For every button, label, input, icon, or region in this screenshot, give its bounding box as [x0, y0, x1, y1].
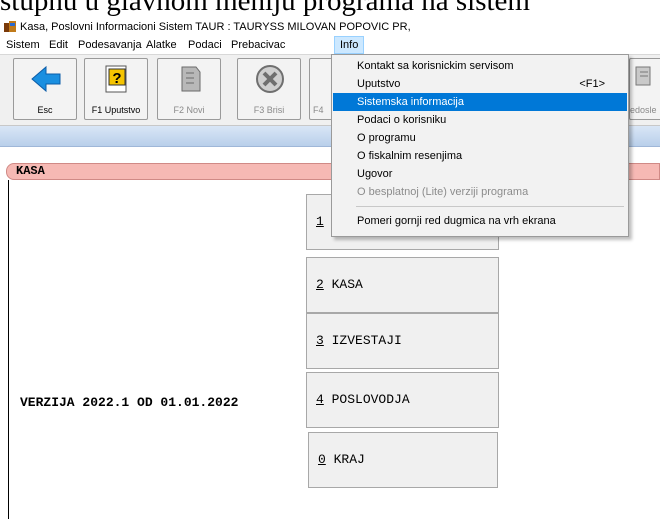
f3-button-label: F3 Brisi: [253, 105, 285, 115]
menu-podaci[interactable]: Podaci: [183, 36, 227, 54]
esc-button-label: Esc: [37, 105, 53, 115]
info-menu-item-ugovor[interactable]: Ugovor: [333, 165, 627, 183]
menu-button-3-label: IZVESTAJI: [323, 333, 402, 348]
info-menu-item-label: Pomeri gornji red dugmica na vrh ekrana: [357, 215, 556, 227]
menu-info[interactable]: Info: [334, 36, 365, 54]
menu-button-3-key: 3: [316, 333, 324, 348]
back-arrow-icon: [31, 65, 61, 93]
sort-button-label: edosle: [630, 105, 657, 115]
menu-prebacivac[interactable]: Prebacivac: [226, 36, 290, 54]
info-menu-item-label: O besplatnoj (Lite) verziji programa: [357, 186, 529, 198]
menu-button-0-label: KRAJ: [325, 452, 365, 467]
menu-button-0-key: 0: [318, 452, 326, 467]
menu-button-kasa[interactable]: 2 KASA: [306, 257, 499, 313]
info-menu-item-uputstvo[interactable]: Uputstvo <F1>: [333, 75, 627, 93]
menu-sistem[interactable]: Sistem: [1, 36, 45, 54]
left-border-line: [8, 180, 9, 519]
info-menu-item-o-fiskalnim-resenjima[interactable]: O fiskalnim resenjima: [333, 147, 627, 165]
new-document-icon: [181, 66, 201, 92]
info-menu-item-label: O programu: [357, 132, 416, 144]
delete-x-icon: [256, 65, 284, 93]
menu-button-2-key: 2: [316, 277, 324, 292]
menu-button-4-key: 4: [316, 392, 324, 407]
info-menu-item-kontakt[interactable]: Kontakt sa korisnickim servisom: [333, 57, 627, 75]
menu-button-izvestaji[interactable]: 3 IZVESTAJI: [306, 313, 499, 369]
info-menu-item-label: Podaci o korisniku: [357, 114, 447, 126]
section-title: KASA: [16, 164, 45, 178]
menu-alatke[interactable]: Alatke: [141, 36, 182, 54]
f3-delete-button[interactable]: F3 Brisi: [237, 58, 301, 120]
f2-button-label: F2 Novi: [173, 105, 205, 115]
info-menu-item-pomeri-dugmice[interactable]: Pomeri gornji red dugmica na vrh ekrana: [333, 212, 627, 230]
f1-help-button[interactable]: ? F1 Uputstvo: [84, 58, 148, 120]
version-label: VERZIJA 2022.1 OD 01.01.2022: [20, 395, 239, 410]
shortcut-label: <F1>: [579, 78, 605, 90]
menu-podesavanja[interactable]: Podesavanja: [73, 36, 147, 54]
window-title: Kasa, Poslovni Informacioni Sistem TAUR …: [20, 21, 411, 33]
svg-text:?: ?: [112, 70, 121, 87]
menu-button-2-label: KASA: [323, 277, 363, 292]
f2-new-button[interactable]: F2 Novi: [157, 58, 221, 120]
info-menu-item-sistemska-informacija[interactable]: Sistemska informacija: [333, 93, 627, 111]
info-menu-item-label: Sistemska informacija: [357, 96, 464, 108]
app-icon: [4, 21, 16, 33]
menu-bar: Sistem Edit Podesavanja Alatke Podaci Pr…: [0, 36, 660, 54]
info-menu-item-o-programu[interactable]: O programu: [333, 129, 627, 147]
sort-icon: [635, 66, 651, 86]
sort-button[interactable]: edosle: [629, 58, 660, 120]
menu-separator: [356, 206, 624, 207]
f4-button[interactable]: F4: [309, 58, 333, 120]
f1-button-label: F1 Uputstvo: [91, 105, 141, 115]
help-document-icon: ?: [105, 65, 127, 93]
info-menu-item-label: Ugovor: [357, 168, 393, 180]
esc-button[interactable]: Esc: [13, 58, 77, 120]
menu-button-4-label: POSLOVODJA: [323, 392, 410, 407]
f4-button-label: F4: [313, 105, 324, 115]
info-menu-item-podaci-o-korisniku[interactable]: Podaci o korisniku: [333, 111, 627, 129]
info-menu-item-lite-verzija: O besplatnoj (Lite) verziji programa: [333, 183, 627, 201]
info-menu-item-label: Uputstvo: [357, 78, 401, 90]
window-titlebar: Kasa, Poslovni Informacioni Sistem TAUR …: [0, 18, 660, 36]
menu-button-poslovodja[interactable]: 4 POSLOVODJA: [306, 372, 499, 428]
info-dropdown-menu: Kontakt sa korisnickim servisom Uputstvo…: [331, 54, 629, 237]
menu-edit[interactable]: Edit: [44, 36, 73, 54]
menu-button-1-key: 1: [316, 214, 324, 229]
info-menu-item-label: O fiskalnim resenjima: [357, 150, 463, 162]
menu-button-kraj[interactable]: 0 KRAJ: [308, 432, 498, 488]
info-menu-item-label: Kontakt sa korisnickim servisom: [357, 60, 514, 72]
page-caption: stupnu u glavnom meniju programa na sist…: [0, 0, 530, 17]
